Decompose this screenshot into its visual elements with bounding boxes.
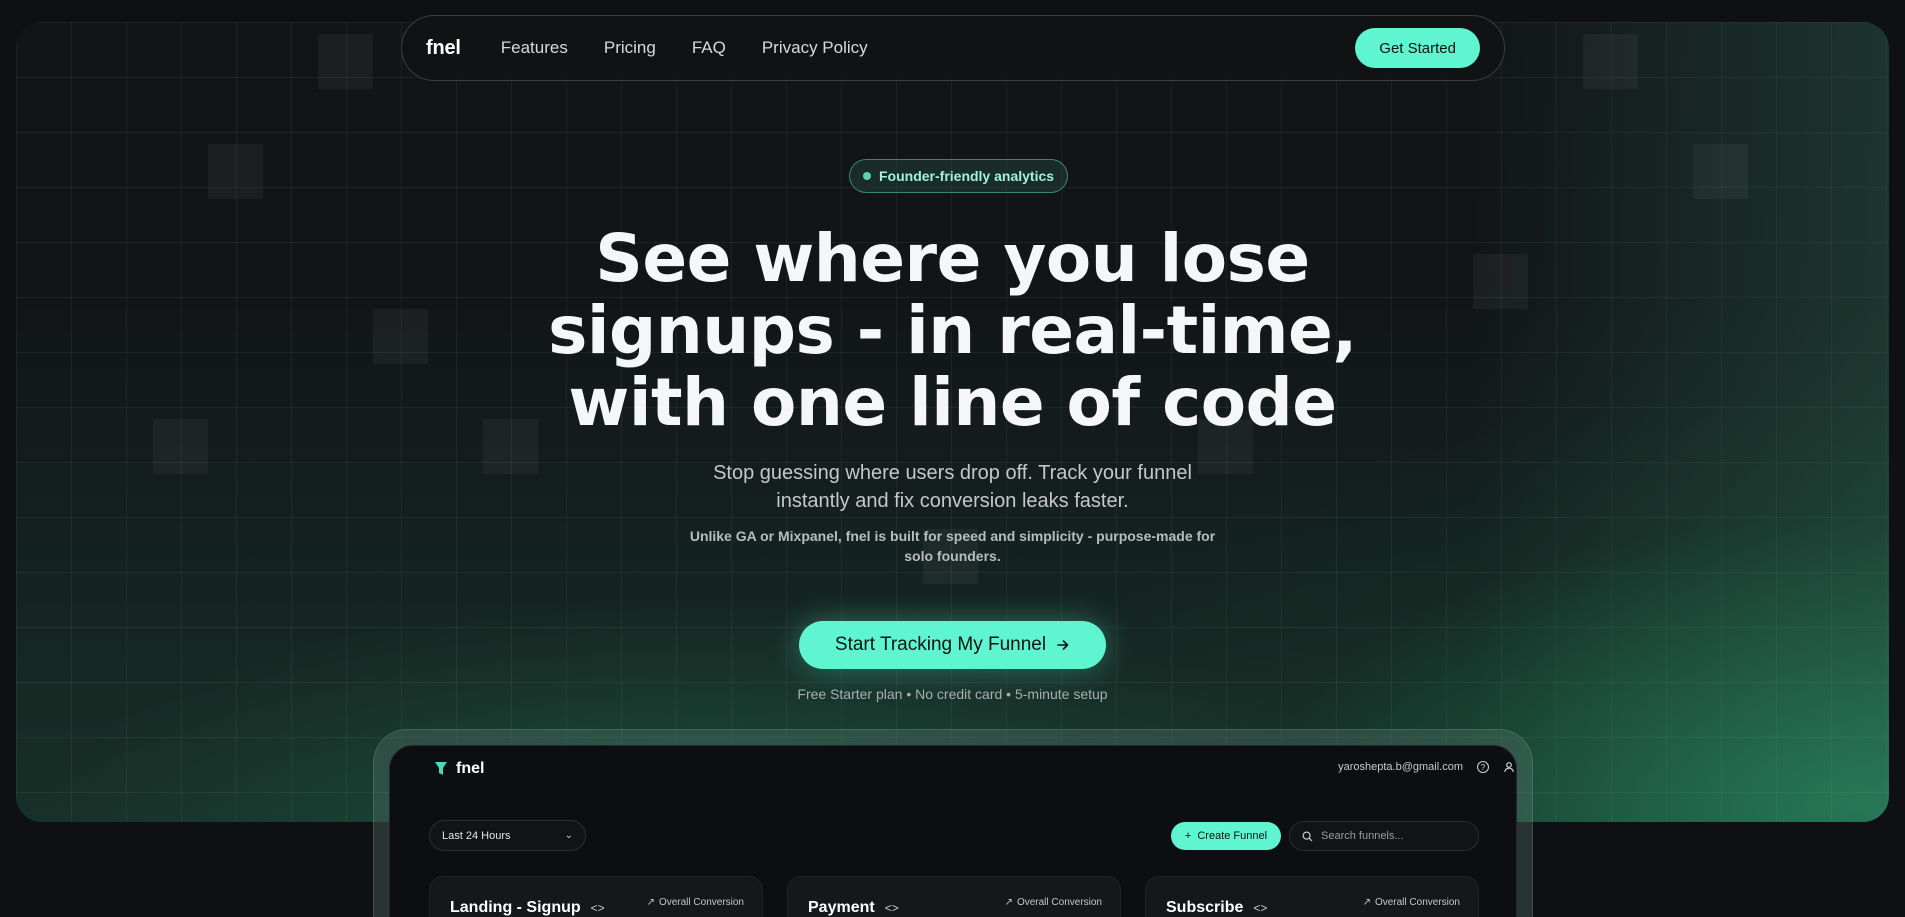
cta-note: Free Starter plan • No credit card • 5-m… [797,686,1108,702]
hero-headline: See where you lose signups - in real-tim… [0,223,1905,439]
subheading-line: instantly and fix conversion leaks faste… [776,490,1129,512]
code-icon[interactable]: <> [1253,901,1267,915]
card-conversion: ↗ Overall Conversion [1363,897,1460,908]
search-placeholder: Search funnels... [1321,830,1404,842]
logo[interactable]: fnel [426,37,461,60]
conversion-label: Overall Conversion [1016,897,1102,908]
user-icon[interactable] [1503,761,1515,773]
trending-up-icon: ↗ [1362,897,1371,908]
funnel-title: Landing - Signup [450,899,581,916]
search-icon [1302,830,1313,841]
app-logo[interactable]: fnel [434,760,484,778]
nav-link-features[interactable]: Features [501,38,568,58]
app-logo-label: fnel [456,760,485,777]
nav-link-pricing[interactable]: Pricing [604,38,656,58]
code-icon[interactable]: <> [591,901,605,915]
funnel-card[interactable]: Payment <> ↗ Overall Conversion [787,876,1121,917]
card-title: Landing - Signup <> [450,899,605,917]
time-range-select[interactable]: Last 24 Hours ⌄ [429,820,586,851]
funnel-logo-icon [435,762,447,775]
conversion-label: Overall Conversion [658,897,744,908]
grid-tile [1583,34,1638,89]
grid-tile [208,144,263,199]
time-range-value: Last 24 Hours [442,829,511,842]
badge-dot-icon [863,172,871,180]
chevron-down-icon: ⌄ [564,830,573,841]
card-conversion: ↗ Overall Conversion [647,897,744,908]
get-started-button[interactable]: Get Started [1355,28,1480,68]
trending-up-icon: ↗ [646,897,655,908]
badge-label: Founder-friendly analytics [879,168,1055,184]
cta-label: Start Tracking My Funnel [834,634,1047,655]
user-email: yaroshepta.b@gmail.com [1338,761,1463,773]
hero-badge: Founder-friendly analytics [849,159,1069,193]
headline-line: signups - in real-time, [548,292,1357,369]
funnel-card[interactable]: Subscribe <> ↗ Overall Conversion [1145,876,1479,917]
plus-icon: + [1184,830,1192,842]
grid-tile [318,34,373,89]
detail-line: Unlike GA or Mixpanel, fnel is built for… [689,528,1216,544]
create-funnel-button[interactable]: + Create Funnel [1171,822,1281,850]
subheading-line: Stop guessing where users drop off. Trac… [713,462,1192,484]
grid-tile [1693,144,1748,199]
arrow-right-icon [1057,640,1069,650]
trending-up-icon: ↗ [1004,897,1013,908]
nav-link-privacy-policy[interactable]: Privacy Policy [762,38,868,58]
funnel-title: Subscribe [1166,899,1244,916]
headline-line: See where you lose [595,220,1310,297]
nav-link-faq[interactable]: FAQ [692,38,726,58]
funnel-card[interactable]: Landing - Signup <> ↗ Overall Conversion [429,876,763,917]
card-conversion: ↗ Overall Conversion [1005,897,1102,908]
hero-detail: Unlike GA or Mixpanel, fnel is built for… [0,526,1905,566]
card-title: Subscribe <> [1166,899,1267,917]
start-tracking-button[interactable]: Start Tracking My Funnel [799,621,1106,669]
app-user-area: yaroshepta.b@gmail.com ? [1338,761,1515,773]
funnel-title: Payment [808,899,875,916]
card-title: Payment <> [808,899,899,917]
detail-line: solo founders. [904,548,1001,564]
help-icon[interactable]: ? [1477,761,1489,773]
conversion-label: Overall Conversion [1374,897,1460,908]
code-icon[interactable]: <> [885,901,899,915]
top-navbar: fnel Features Pricing FAQ Privacy Policy… [401,15,1505,81]
hero-subheading: Stop guessing where users drop off. Trac… [0,459,1905,515]
headline-line: with one line of code [568,364,1337,441]
search-funnels-input[interactable]: Search funnels... [1289,821,1479,851]
create-funnel-label: Create Funnel [1197,830,1268,842]
